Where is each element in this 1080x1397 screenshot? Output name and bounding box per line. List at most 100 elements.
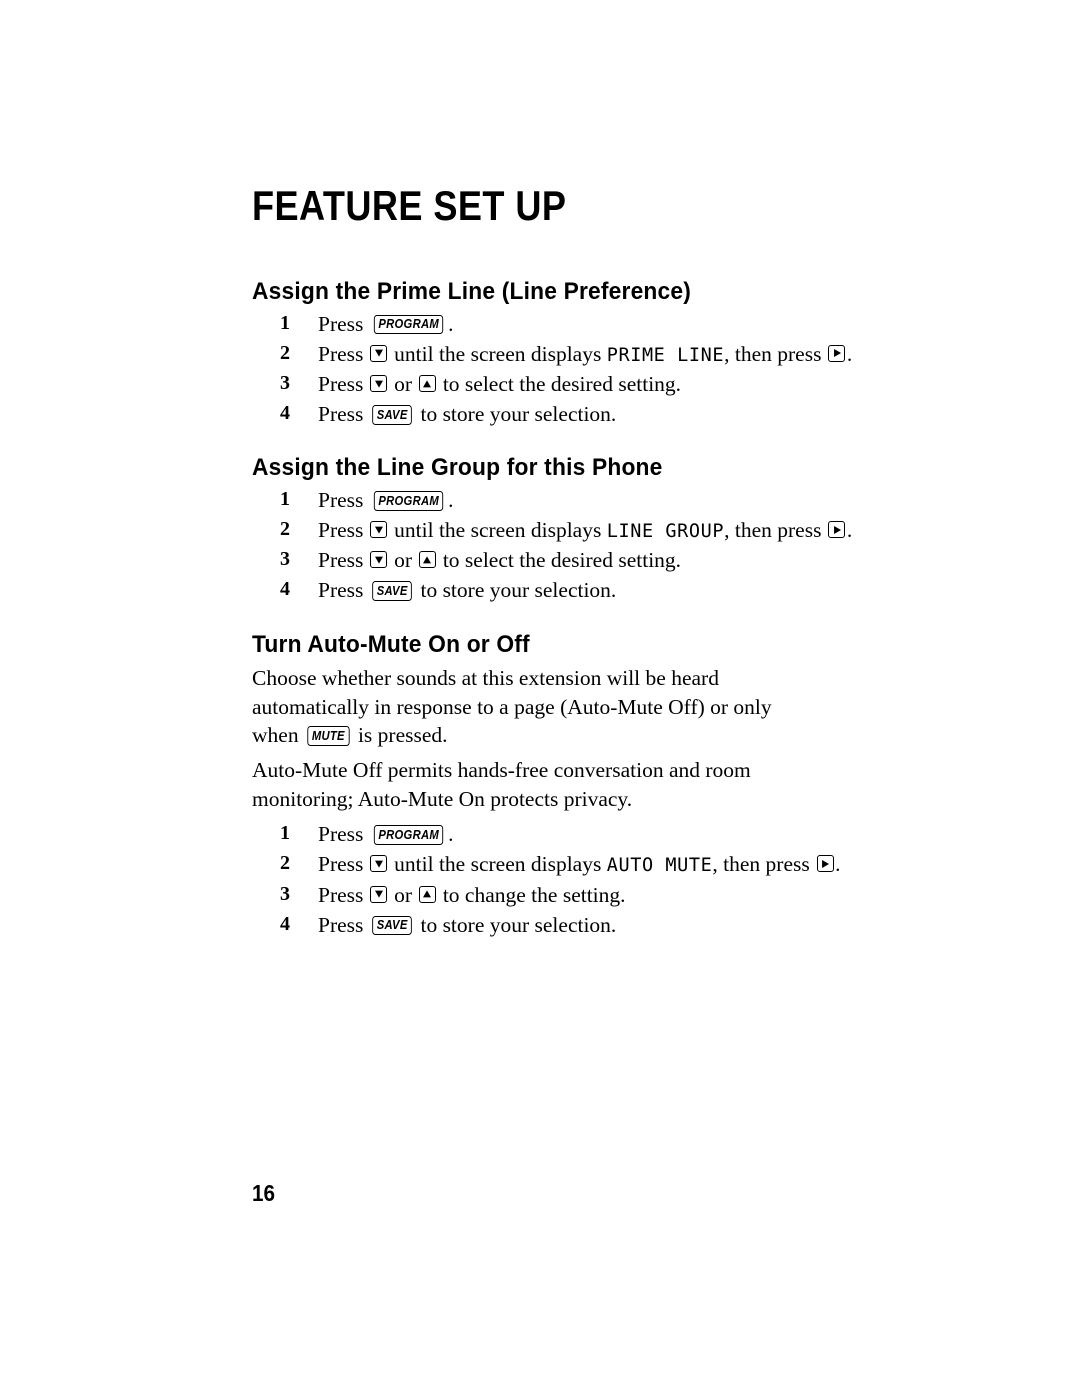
section: Assign the Line Group for this Phone 1 Pre…: [252, 455, 852, 604]
section: Assign the Prime Line (Line Preference) 1…: [252, 278, 852, 428]
down-triangle-glyph: [374, 526, 383, 534]
sections-container: Assign the Prime Line (Line Preference) 1…: [252, 278, 852, 938]
page-number: 16: [252, 1180, 276, 1206]
text-run: Press: [318, 912, 369, 937]
text-run: .: [448, 311, 454, 336]
down-arrow-icon[interactable]: [370, 344, 388, 362]
down-triangle-glyph: [374, 860, 383, 868]
step-text: Press SAVE to store your selection.: [318, 578, 616, 602]
text-run: or: [388, 882, 418, 907]
page-title: FEATURE SET UP: [252, 182, 567, 229]
step-item: 1 Press PROGRAM.: [252, 488, 797, 513]
step-number: 3: [280, 372, 290, 394]
text-run: Press: [318, 402, 369, 427]
step-text: Press SAVE to store your selection.: [318, 913, 616, 937]
phone-key-program[interactable]: PROGRAM: [373, 825, 444, 845]
step-number: 4: [280, 578, 290, 601]
text-run: , then press: [724, 341, 827, 366]
step-number: 3: [280, 882, 290, 905]
text-run: Auto-Mute Off permits hands-free convers…: [252, 758, 751, 811]
manual-page: FEATURE SET UP Assign the Prime Line (Li…: [0, 0, 1080, 1397]
phone-key-mute[interactable]: MUTE: [307, 726, 350, 746]
phone-key-save[interactable]: SAVE: [371, 405, 412, 425]
section-heading: Assign the Prime Line (Line Preference): [252, 278, 692, 305]
step-text: Press or to change the setting.: [318, 883, 626, 907]
step-item: 1 Press PROGRAM.: [252, 822, 797, 847]
step-number: 1: [280, 311, 290, 334]
body-paragraph: Choose whether sounds at this extension …: [252, 664, 797, 750]
text-run: to select the desired setting.: [437, 548, 682, 573]
step-item: 2 Press until the screen displays AUTO MU…: [252, 852, 840, 877]
text-run: .: [846, 341, 853, 366]
text-run: to store your selection.: [415, 402, 617, 427]
text-run: until the screen displays: [388, 518, 607, 543]
down-triangle-glyph: [374, 890, 383, 898]
text-run: Press: [318, 311, 369, 336]
step-item: 3 Press or to select the desired setting.: [252, 548, 797, 573]
step-number: 2: [280, 852, 290, 875]
step-text: Press PROGRAM.: [318, 488, 454, 512]
right-arrow-icon[interactable]: [828, 521, 846, 539]
phone-key-program[interactable]: PROGRAM: [373, 491, 444, 511]
step-text: Press PROGRAM.: [318, 312, 454, 336]
right-triangle-glyph: [822, 859, 830, 868]
step-number: 2: [280, 341, 290, 364]
step-number: 1: [280, 488, 290, 510]
step-number: 1: [280, 822, 290, 845]
step-list: 1 Press PROGRAM. 2 Press until the screen d…: [252, 311, 852, 428]
text-run: Press: [318, 488, 369, 512]
step-list: 1 Press PROGRAM. 2 Press until the screen d…: [252, 822, 840, 938]
step-item: 3 Press or to select the desired setting.: [252, 372, 797, 397]
phone-key-save[interactable]: SAVE: [371, 581, 412, 601]
step-text: Press PROGRAM.: [318, 822, 454, 846]
step-text: Press until the screen displays LINE GRO…: [318, 518, 852, 542]
down-triangle-glyph: [374, 380, 383, 388]
step-text: Press until the screen displays AUTO MUT…: [318, 852, 840, 876]
lcd-display-text: AUTO MUTE: [606, 855, 713, 877]
right-arrow-icon[interactable]: [816, 855, 834, 873]
step-number: 4: [280, 912, 290, 935]
step-text: Press or to select the desired setting.: [318, 372, 681, 396]
phone-key-save[interactable]: SAVE: [371, 915, 412, 936]
up-arrow-icon[interactable]: [418, 551, 436, 569]
text-run: Press: [318, 852, 369, 877]
phone-key-program[interactable]: PROGRAM: [373, 314, 444, 335]
step-item: 3 Press or to change the setting.: [252, 883, 797, 908]
down-arrow-icon[interactable]: [370, 855, 388, 873]
text-run: Press: [318, 372, 369, 396]
text-run: Press: [318, 822, 369, 847]
text-run: Press: [318, 548, 369, 573]
down-arrow-icon[interactable]: [370, 521, 388, 539]
up-arrow-icon[interactable]: [418, 885, 436, 903]
lcd-display-text: LINE GROUP: [606, 521, 725, 543]
text-run: .: [448, 822, 454, 847]
step-item: 4 Press SAVE to store your selection.: [252, 402, 797, 427]
text-run: to store your selection.: [415, 912, 617, 937]
up-arrow-icon[interactable]: [418, 375, 436, 392]
step-list: 1 Press PROGRAM. 2 Press until the screen d…: [252, 488, 852, 604]
text-run: or: [388, 372, 418, 396]
down-triangle-glyph: [374, 349, 383, 357]
down-arrow-icon[interactable]: [370, 375, 388, 392]
step-item: 4 Press SAVE to store your selection.: [252, 578, 797, 603]
section: Turn Auto-Mute On or Off Choose whether s…: [252, 631, 840, 938]
down-triangle-glyph: [374, 556, 383, 564]
text-run: to change the setting.: [437, 882, 626, 907]
text-run: or: [388, 548, 418, 573]
text-run: .: [846, 518, 853, 543]
text-run: , then press: [712, 852, 816, 877]
text-run: Press: [318, 882, 369, 907]
step-text: Press until the screen displays PRIME LI…: [318, 342, 852, 366]
right-arrow-icon[interactable]: [828, 344, 846, 362]
right-triangle-glyph: [833, 349, 841, 358]
step-text: Press or to select the desired setting.: [318, 548, 681, 572]
down-arrow-icon[interactable]: [370, 551, 388, 569]
text-run: , then press: [724, 518, 827, 543]
up-triangle-glyph: [423, 890, 432, 898]
text-run: until the screen displays: [388, 852, 607, 877]
lcd-display-text: PRIME LINE: [606, 344, 725, 366]
page-content: FEATURE SET UP Assign the Prime Line (Li…: [252, 182, 852, 938]
down-arrow-icon[interactable]: [370, 885, 388, 903]
step-number: 3: [280, 548, 290, 571]
step-item: 2 Press until the screen displays LINE GR…: [252, 518, 852, 543]
